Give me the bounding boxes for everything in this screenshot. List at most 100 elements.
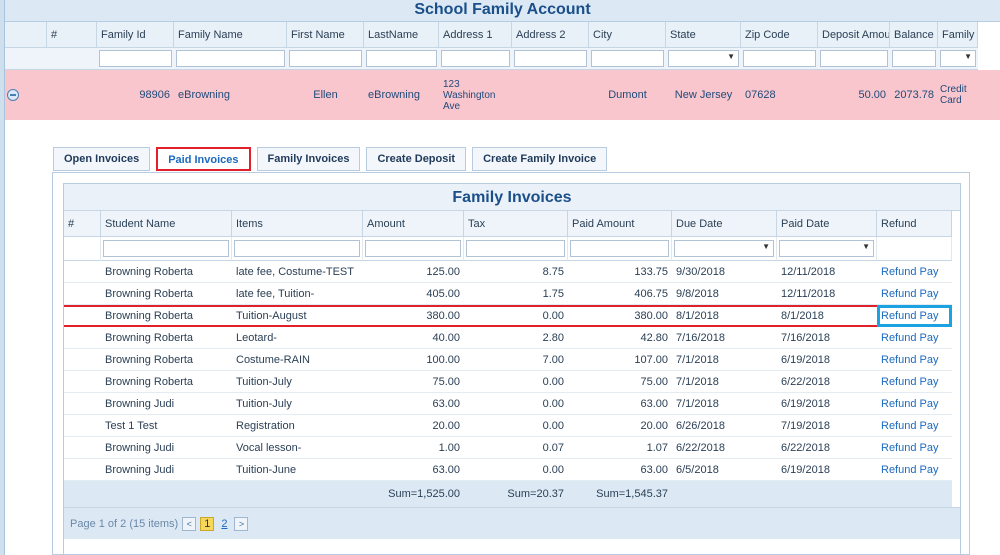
refund-pay-link[interactable]: Refund Pay bbox=[877, 349, 952, 371]
col-num[interactable]: # bbox=[64, 211, 101, 237]
filter-student[interactable] bbox=[103, 240, 229, 257]
filter-deposit[interactable] bbox=[820, 50, 888, 67]
refund-pay-link[interactable]: Refund Pay bbox=[877, 305, 952, 327]
tab-family-invoices[interactable]: Family Invoices bbox=[256, 147, 361, 171]
due-date: 8/1/2018 bbox=[672, 305, 777, 327]
due-date: 7/1/2018 bbox=[672, 349, 777, 371]
tab-create-family-invoice[interactable]: Create Family Invoice bbox=[472, 147, 608, 171]
table-row[interactable]: Browning Judi Tuition-July 63.00 0.00 63.00 7… bbox=[64, 393, 960, 415]
first-name: Ellen bbox=[313, 89, 338, 101]
filter-family-id[interactable] bbox=[99, 50, 172, 67]
filter-items[interactable] bbox=[234, 240, 360, 257]
family-row[interactable]: 98906 eBrowning Ellen eBrowning 123 Wash… bbox=[5, 70, 1000, 120]
paid-date: 6/19/2018 bbox=[777, 459, 877, 481]
pager: Page 1 of 2 (15 items) < 1 2 > bbox=[64, 507, 960, 539]
due-date: 7/1/2018 bbox=[672, 371, 777, 393]
table-row[interactable]: Test 1 Test Registration 20.00 0.00 20.00 6/2… bbox=[64, 415, 960, 437]
header-deposit[interactable]: Deposit Amount bbox=[818, 22, 890, 48]
table-row[interactable]: Browning Roberta late fee, Tuition- 405.00… bbox=[64, 283, 960, 305]
amount: 20.00 bbox=[363, 415, 464, 437]
tax: 2.80 bbox=[464, 327, 568, 349]
col-paid-date[interactable]: Paid Date bbox=[777, 211, 877, 237]
header-first-name[interactable]: First Name bbox=[287, 22, 364, 48]
due-date: 7/1/2018 bbox=[672, 393, 777, 415]
student-name: Browning Roberta bbox=[101, 349, 232, 371]
table-row[interactable]: Browning Roberta late fee, Costume-TEST 12… bbox=[64, 261, 960, 283]
balance: 2073.78 bbox=[894, 89, 934, 101]
col-paid-amount[interactable]: Paid Amount bbox=[568, 211, 672, 237]
invoices-header-row: # Student Name Items Amount Tax Paid Amo… bbox=[64, 211, 960, 237]
tab-create-deposit[interactable]: Create Deposit bbox=[366, 147, 467, 171]
refund-pay-link[interactable]: Refund Pay bbox=[877, 415, 952, 437]
header-expand bbox=[5, 22, 47, 48]
filter-paid-amount[interactable] bbox=[570, 240, 669, 257]
col-refund[interactable]: Refund bbox=[877, 211, 952, 237]
table-row[interactable]: Browning Judi Vocal lesson- 1.00 0.07 1.07 6/… bbox=[64, 437, 960, 459]
refund-pay-link[interactable]: Refund Pay bbox=[877, 371, 952, 393]
filter-last-name[interactable] bbox=[366, 50, 437, 67]
filter-family-a-select[interactable]: ▼ bbox=[940, 50, 976, 67]
collapse-icon[interactable] bbox=[7, 89, 19, 101]
col-tax[interactable]: Tax bbox=[464, 211, 568, 237]
prev-page-icon[interactable]: < bbox=[182, 516, 197, 531]
filter-zip[interactable] bbox=[743, 50, 816, 67]
header-balance[interactable]: Balance bbox=[890, 22, 938, 48]
tab-open-invoices[interactable]: Open Invoices bbox=[53, 147, 151, 171]
table-row[interactable]: Browning Roberta Leotard- 40.00 2.80 42.80 7/… bbox=[64, 327, 960, 349]
table-row[interactable]: Browning Judi Tuition-June 63.00 0.00 63.00 6… bbox=[64, 459, 960, 481]
table-row[interactable]: Browning Roberta Costume-RAIN 100.00 7.00 10… bbox=[64, 349, 960, 371]
table-row[interactable]: Browning Roberta Tuition-August 380.00 0.00… bbox=[64, 305, 960, 327]
refund-pay-link[interactable]: Refund Pay bbox=[877, 327, 952, 349]
col-amount[interactable]: Amount bbox=[363, 211, 464, 237]
refund-pay-link[interactable]: Refund Pay bbox=[877, 393, 952, 415]
filter-family-name[interactable] bbox=[176, 50, 285, 67]
filter-paid-date[interactable]: ▼ bbox=[779, 240, 874, 257]
filter-tax[interactable] bbox=[466, 240, 565, 257]
filter-city[interactable] bbox=[591, 50, 664, 67]
filter-first-name[interactable] bbox=[289, 50, 362, 67]
refund-pay-link[interactable]: Refund Pay bbox=[877, 283, 952, 305]
paid-date: 8/1/2018 bbox=[777, 305, 877, 327]
filter-amount[interactable] bbox=[365, 240, 461, 257]
master-header-row: # Family Id Family Name First Name LastN… bbox=[5, 22, 1000, 48]
col-items[interactable]: Items bbox=[232, 211, 363, 237]
num bbox=[64, 327, 101, 349]
paid-date: 6/22/2018 bbox=[777, 437, 877, 459]
filter-balance[interactable] bbox=[892, 50, 936, 67]
header-state[interactable]: State bbox=[666, 22, 741, 48]
header-num[interactable]: # bbox=[47, 22, 97, 48]
student-name: Browning Roberta bbox=[101, 327, 232, 349]
filter-due-date[interactable]: ▼ bbox=[674, 240, 774, 257]
col-student[interactable]: Student Name bbox=[101, 211, 232, 237]
tax: 8.75 bbox=[464, 261, 568, 283]
filter-address1[interactable] bbox=[441, 50, 510, 67]
student-name: Browning Judi bbox=[101, 437, 232, 459]
refund-pay-link[interactable]: Refund Pay bbox=[877, 261, 952, 283]
header-family-a[interactable]: Family A bbox=[938, 22, 978, 48]
address1: 123 Washington Ave bbox=[443, 78, 496, 112]
header-last-name[interactable]: LastName bbox=[364, 22, 439, 48]
due-date: 9/8/2018 bbox=[672, 283, 777, 305]
header-address2[interactable]: Address 2 bbox=[512, 22, 589, 48]
sum-amount: Sum=1,525.00 bbox=[363, 481, 464, 507]
filter-address2[interactable] bbox=[514, 50, 587, 67]
page-2[interactable]: 2 bbox=[218, 518, 230, 530]
refund-pay-link[interactable]: Refund Pay bbox=[877, 437, 952, 459]
col-due-date[interactable]: Due Date bbox=[672, 211, 777, 237]
header-family-name[interactable]: Family Name bbox=[174, 22, 287, 48]
header-city[interactable]: City bbox=[589, 22, 666, 48]
pager-info: Page 1 of 2 (15 items) bbox=[70, 517, 179, 530]
refund-pay-link[interactable]: Refund Pay bbox=[877, 459, 952, 481]
due-date: 6/5/2018 bbox=[672, 459, 777, 481]
header-address1[interactable]: Address 1 bbox=[439, 22, 512, 48]
tax: 0.00 bbox=[464, 459, 568, 481]
header-family-id[interactable]: Family Id bbox=[97, 22, 174, 48]
table-row[interactable]: Browning Roberta Tuition-July 75.00 0.00 75.… bbox=[64, 371, 960, 393]
header-zip[interactable]: Zip Code bbox=[741, 22, 818, 48]
family-name: eBrowning bbox=[178, 89, 230, 101]
num bbox=[64, 305, 101, 327]
filter-state-select[interactable]: ▼ bbox=[668, 50, 739, 67]
page-1[interactable]: 1 bbox=[200, 516, 215, 531]
next-page-icon[interactable]: > bbox=[234, 516, 249, 531]
tab-paid-invoices[interactable]: Paid Invoices bbox=[156, 147, 251, 171]
